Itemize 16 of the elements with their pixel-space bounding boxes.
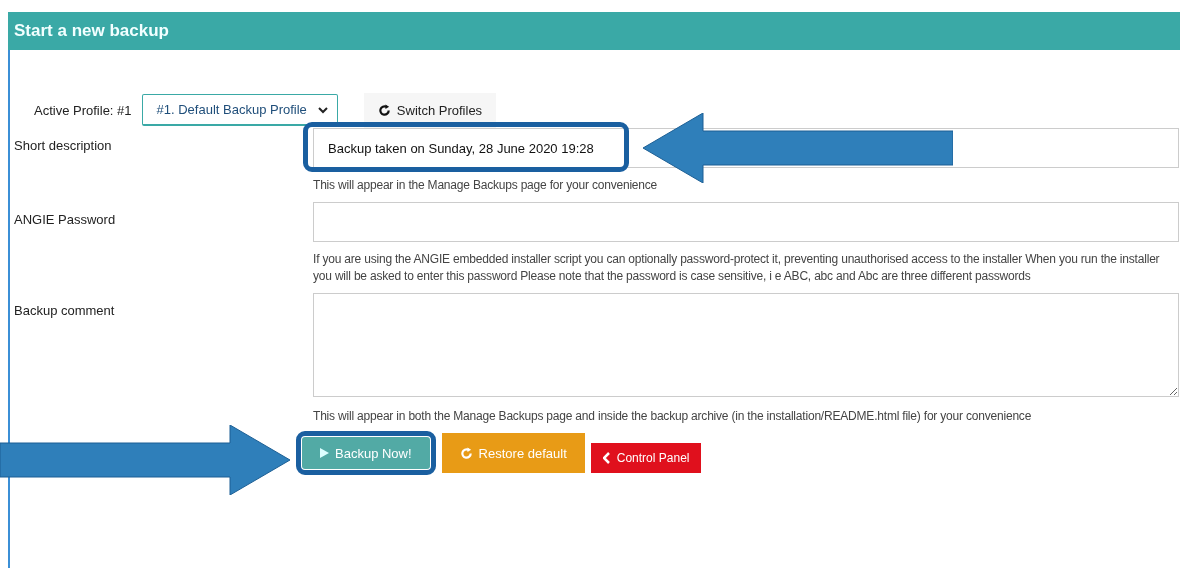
refresh-icon — [377, 103, 391, 117]
help-text: This will appear in both the Manage Backups page and inside the backup archive (in the installation/README.html file) for your convenience — [313, 408, 1033, 425]
panel-title: Start a new backup — [14, 21, 169, 41]
field-label: Short description — [14, 137, 113, 155]
help-text: If you are using the ANGIE embedded installer script you can optionally password-protect it, preventing unauthorised access to the installer When you run the installer you will be asked to enter this password Please note that the password is case sensitive, i e ABC, abc and Abc are three different passwords — [313, 251, 1161, 285]
profile-dropdown[interactable]: #1. Default Backup Profile — [141, 94, 338, 126]
control-panel-button[interactable]: Control Panel — [590, 443, 702, 473]
field-label: Backup comment — [14, 302, 116, 320]
help-text: This will appear in the Manage Backups page for your convenience — [313, 177, 659, 194]
refresh-icon — [459, 446, 473, 460]
chevron-left-icon — [602, 452, 611, 464]
comment-field[interactable] — [313, 293, 1179, 397]
play-icon — [320, 448, 329, 458]
profile-label: Active Profile: #1 — [34, 102, 132, 118]
text-field[interactable] — [313, 202, 1179, 242]
field-label: ANGIE Password — [14, 211, 117, 229]
